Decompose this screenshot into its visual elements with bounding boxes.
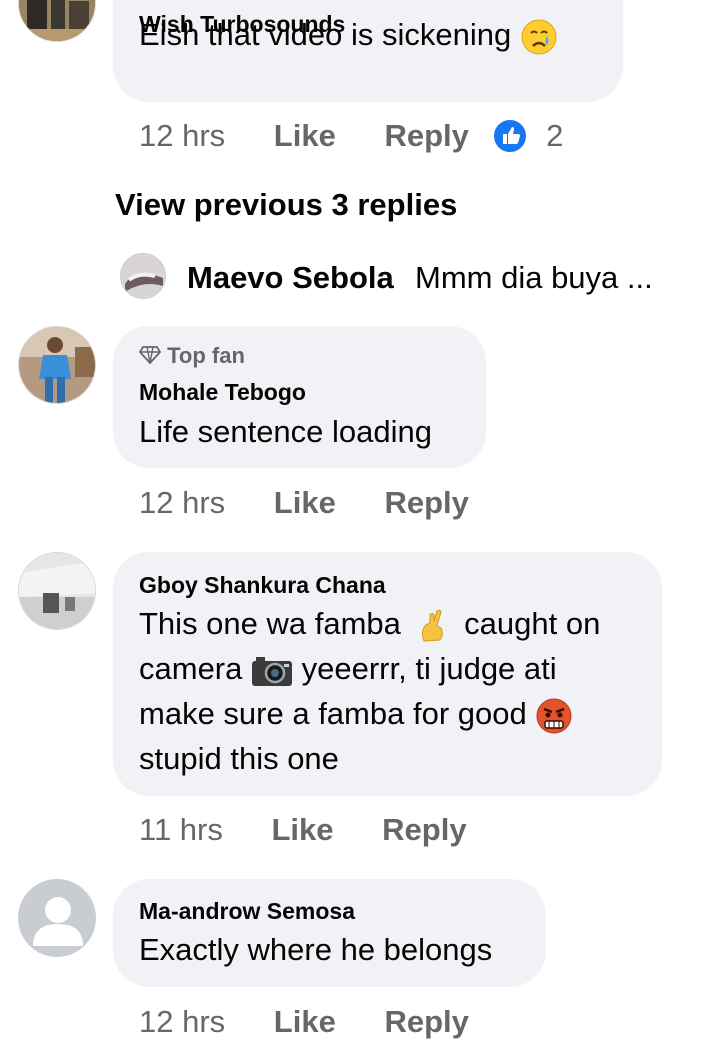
view-previous-replies-link[interactable]: View previous 3 replies xyxy=(115,187,457,223)
default-profile-icon xyxy=(19,880,95,956)
reply-preview-author[interactable]: Maevo Sebola xyxy=(187,260,394,296)
comment-text-segment: This one wa famba xyxy=(139,606,401,641)
avatar[interactable] xyxy=(18,326,96,404)
top-fan-badge: Top fan xyxy=(138,343,245,369)
diamond-icon xyxy=(138,346,162,365)
comment-actions: 12 hrs Like Reply xyxy=(139,485,469,521)
comment-text-segment: camera xyxy=(139,651,243,686)
comment-text: This one wa famba caught on camera yeeer… xyxy=(139,601,600,781)
badge-label: Top fan xyxy=(167,343,245,368)
avatar-photo xyxy=(19,553,95,629)
comment-text-segment: make sure a famba for good xyxy=(139,696,527,731)
comment-timestamp[interactable]: 12 hrs xyxy=(139,118,225,153)
crying-face-icon xyxy=(521,19,557,55)
comment-text-line: Eish that video is sickening xyxy=(139,17,512,52)
avatar-photo xyxy=(19,0,95,41)
like-button[interactable]: Like xyxy=(271,812,333,847)
comment-timestamp[interactable]: 12 hrs xyxy=(139,1004,225,1039)
like-button[interactable]: Like xyxy=(274,1004,336,1039)
comment-timestamp[interactable]: 12 hrs xyxy=(139,485,225,520)
comment-text: Life sentence loading xyxy=(139,414,433,449)
comment-actions: 12 hrs Like Reply xyxy=(139,1004,469,1040)
comment-actions: 11 hrs Like Reply xyxy=(139,812,467,848)
camera-icon xyxy=(252,656,292,686)
comment-author[interactable]: Ma-androw Semosa xyxy=(139,898,355,925)
comment-text: Eish that video is sickening xyxy=(139,12,558,57)
comment-text: Exactly where he belongs xyxy=(139,932,493,967)
like-button[interactable]: Like xyxy=(274,118,336,153)
comment-bubble: Gboy Shankura Chana This one wa famba ca… xyxy=(113,552,662,796)
crossed-fingers-icon xyxy=(421,609,443,642)
avatar[interactable] xyxy=(18,0,96,42)
avatar[interactable] xyxy=(18,552,96,630)
avatar[interactable] xyxy=(18,879,96,957)
like-button[interactable]: Like xyxy=(274,485,336,520)
reply-button[interactable]: Reply xyxy=(382,812,466,847)
comment-timestamp[interactable]: 11 hrs xyxy=(139,812,223,847)
comment-text-segment: yeeerrr, ti judge ati xyxy=(301,651,557,686)
reply-button[interactable]: Reply xyxy=(384,118,468,153)
reply-button[interactable]: Reply xyxy=(384,1004,468,1039)
comment-author[interactable]: Mohale Tebogo xyxy=(139,379,306,406)
comment-bubble: Top fan Mohale Tebogo Life sentence load… xyxy=(113,326,486,468)
like-reaction-icon[interactable] xyxy=(491,117,528,154)
reply-preview-text: Mmm dia buya ... xyxy=(415,260,653,295)
avatar xyxy=(120,253,166,299)
reply-button[interactable]: Reply xyxy=(384,485,468,520)
comment-text-segment: caught on xyxy=(464,606,601,641)
comment-bubble: Wish Turbosounds Eish that video is sick… xyxy=(113,0,623,102)
comment-bubble: Ma-androw Semosa Exactly where he belong… xyxy=(113,879,546,987)
comment-author[interactable]: Gboy Shankura Chana xyxy=(139,572,386,599)
avatar-photo xyxy=(19,327,95,403)
angry-face-icon xyxy=(536,698,572,734)
comment-actions: 12 hrs Like Reply 2 xyxy=(139,117,563,156)
comment-text-segment: stupid this one xyxy=(139,741,339,776)
reaction-count[interactable]: 2 xyxy=(546,118,563,153)
